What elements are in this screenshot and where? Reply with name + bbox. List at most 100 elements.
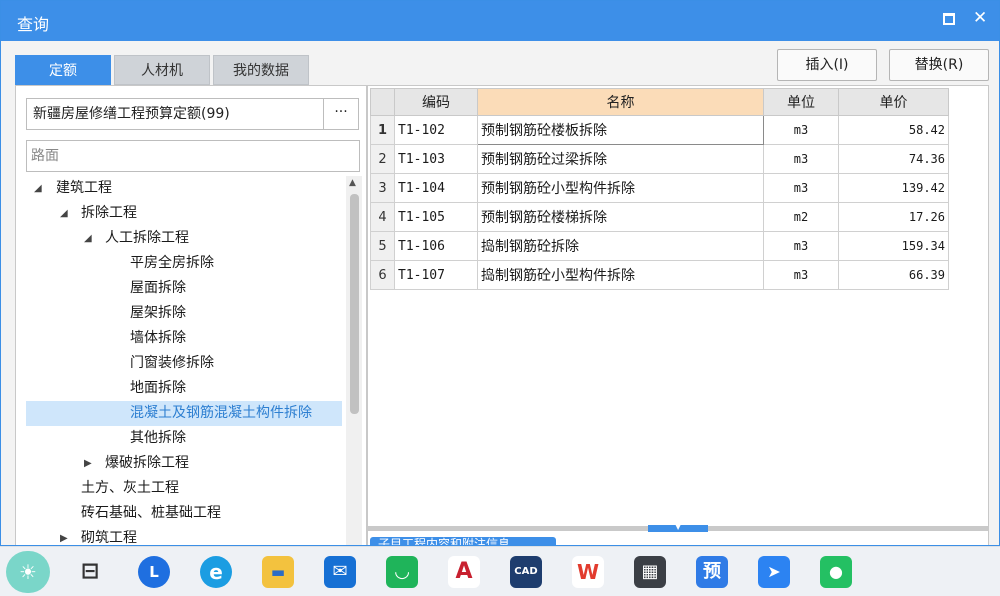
- cell-code[interactable]: T1-102: [394, 115, 478, 145]
- cell-unit[interactable]: m3: [763, 260, 839, 290]
- panel-splitter[interactable]: ▼: [368, 522, 988, 532]
- quota-library-select[interactable]: 新疆房屋修缮工程预算定额(99): [26, 98, 324, 130]
- table-row[interactable]: 1 T1-102 预制钢筋砼楼板拆除 m3 58.42: [370, 115, 949, 145]
- row-number: 3: [370, 173, 395, 203]
- quota-table-panel: 编码 名称 单位 单价 1 T1-102 预制钢筋砼楼板拆除 m3 58.42 …: [367, 85, 989, 545]
- tree-item[interactable]: 墙体拆除: [26, 326, 342, 351]
- scroll-up-icon[interactable]: ▲: [349, 178, 356, 188]
- cell-code[interactable]: T1-104: [394, 173, 478, 203]
- cell-unit[interactable]: m3: [763, 144, 839, 174]
- cell-price[interactable]: 139.42: [838, 173, 949, 203]
- taskbar: ☀ ⊟ L e ▬ ✉ ◡ A CAD W ▦ 预 ➤ ●: [0, 546, 1000, 596]
- tree-item[interactable]: ◢ 人工拆除工程: [26, 226, 342, 251]
- row-number: 5: [370, 231, 395, 261]
- wechat-icon[interactable]: ●: [820, 556, 852, 588]
- cell-unit[interactable]: m3: [763, 115, 839, 145]
- tree-item[interactable]: 门窗装修拆除: [26, 351, 342, 376]
- table-row[interactable]: 2 T1-103 预制钢筋砼过梁拆除 m3 74.36: [370, 144, 949, 174]
- cell-unit[interactable]: m3: [763, 231, 839, 261]
- column-header-price[interactable]: 单价: [838, 88, 949, 116]
- insert-button[interactable]: 插入(I): [777, 49, 877, 81]
- cell-name[interactable]: 预制钢筋砼小型构件拆除: [477, 173, 764, 203]
- row-number: 2: [370, 144, 395, 174]
- column-header-unit[interactable]: 单位: [763, 88, 839, 116]
- task-view-icon[interactable]: ⊟: [74, 556, 106, 588]
- close-icon[interactable]: ✕: [973, 8, 987, 28]
- column-header-code[interactable]: 编码: [394, 88, 478, 116]
- category-tree: ◢ 建筑工程 ◢ 拆除工程 ◢ 人工拆除工程 平房全房拆除 屋面拆除 屋架拆除 …: [26, 176, 344, 545]
- cell-unit[interactable]: m3: [763, 173, 839, 203]
- cell-price[interactable]: 58.42: [838, 115, 949, 145]
- tab-quota[interactable]: 定额: [15, 55, 111, 85]
- tree-item[interactable]: 土方、灰土工程: [26, 476, 342, 501]
- tree-scrollbar[interactable]: ▲: [346, 176, 362, 545]
- tree-item[interactable]: 其他拆除: [26, 426, 342, 451]
- tab-my-data[interactable]: 我的数据: [213, 55, 309, 85]
- maximize-icon[interactable]: [943, 13, 955, 25]
- dingtalk-icon[interactable]: ➤: [758, 556, 790, 588]
- tree-item[interactable]: 屋面拆除: [26, 276, 342, 301]
- tree-item-selected[interactable]: 混凝土及钢筋混凝土构件拆除: [26, 401, 342, 426]
- scrollbar-thumb[interactable]: [350, 194, 359, 414]
- window-title: 查询: [17, 15, 50, 34]
- cell-name[interactable]: 预制钢筋砼过梁拆除: [477, 144, 764, 174]
- cell-unit[interactable]: m2: [763, 202, 839, 232]
- row-number-header: [370, 88, 395, 116]
- tab-labor-material-machine[interactable]: 人材机: [114, 55, 210, 85]
- replace-button[interactable]: 替换(R): [889, 49, 989, 81]
- cell-name[interactable]: 预制钢筋砼楼板拆除: [477, 115, 764, 145]
- store-bag-icon[interactable]: ◡: [386, 556, 418, 588]
- weather-icon[interactable]: ☀: [6, 551, 50, 593]
- collapsed-arrow-icon[interactable]: ▶: [60, 526, 68, 545]
- wps-office-icon[interactable]: W: [572, 556, 604, 588]
- title-bar: 查询 ✕: [1, 1, 999, 41]
- cell-price[interactable]: 74.36: [838, 144, 949, 174]
- file-explorer-icon[interactable]: ▬: [262, 556, 294, 588]
- lenovo-app-icon[interactable]: L: [138, 556, 170, 588]
- chevron-down-icon: ▼: [675, 522, 682, 531]
- tree-item[interactable]: ◢ 建筑工程: [26, 176, 342, 201]
- splitter-grip[interactable]: ▼: [648, 522, 708, 532]
- expanded-arrow-icon[interactable]: ◢: [84, 226, 92, 251]
- mail-icon[interactable]: ✉: [324, 556, 356, 588]
- tree-item[interactable]: 砖石基础、桩基础工程: [26, 501, 342, 526]
- cell-code[interactable]: T1-105: [394, 202, 478, 232]
- edge-browser-icon[interactable]: e: [200, 556, 232, 588]
- table-header-row: 编码 名称 单位 单价: [370, 88, 949, 116]
- collapsed-arrow-icon[interactable]: ▶: [84, 451, 92, 476]
- row-number: 1: [370, 115, 395, 145]
- more-button[interactable]: ···: [324, 98, 359, 130]
- tree-item[interactable]: 平房全房拆除: [26, 251, 342, 276]
- tree-item[interactable]: 屋架拆除: [26, 301, 342, 326]
- budget-app-icon[interactable]: 预: [696, 556, 728, 588]
- expanded-arrow-icon[interactable]: ◢: [60, 201, 68, 226]
- column-header-name[interactable]: 名称: [477, 88, 764, 116]
- tree-item[interactable]: ▶ 砌筑工程: [26, 526, 342, 545]
- quota-tree-panel: 新疆房屋修缮工程预算定额(99) ··· 路面 ◢ 建筑工程 ◢ 拆除工程 ◢ …: [15, 85, 367, 545]
- row-number: 6: [370, 260, 395, 290]
- autocad-icon[interactable]: A: [448, 556, 480, 588]
- table-row[interactable]: 4 T1-105 预制钢筋砼楼梯拆除 m2 17.26: [370, 202, 949, 232]
- table-row[interactable]: 3 T1-104 预制钢筋砼小型构件拆除 m3 139.42: [370, 173, 949, 203]
- query-dialog: 查询 ✕ 定额 人材机 我的数据 插入(I) 替换(R) 新疆房屋修缮工程预算定…: [0, 0, 1000, 546]
- cell-name[interactable]: 捣制钢筋砼小型构件拆除: [477, 260, 764, 290]
- tree-item[interactable]: 地面拆除: [26, 376, 342, 401]
- cell-code[interactable]: T1-103: [394, 144, 478, 174]
- expanded-arrow-icon[interactable]: ◢: [34, 176, 42, 201]
- cell-price[interactable]: 17.26: [838, 202, 949, 232]
- cell-price[interactable]: 66.39: [838, 260, 949, 290]
- cad-viewer-icon[interactable]: CAD: [510, 556, 542, 588]
- cell-price[interactable]: 159.34: [838, 231, 949, 261]
- search-input[interactable]: 路面: [26, 140, 360, 172]
- table-row[interactable]: 6 T1-107 捣制钢筋砼小型构件拆除 m3 66.39: [370, 260, 949, 290]
- row-number: 4: [370, 202, 395, 232]
- tree-item[interactable]: ▶ 爆破拆除工程: [26, 451, 342, 476]
- cell-name[interactable]: 捣制钢筋砼拆除: [477, 231, 764, 261]
- calculator-icon[interactable]: ▦: [634, 556, 666, 588]
- cell-code[interactable]: T1-106: [394, 231, 478, 261]
- tree-item[interactable]: ◢ 拆除工程: [26, 201, 342, 226]
- table-row[interactable]: 5 T1-106 捣制钢筋砼拆除 m3 159.34: [370, 231, 949, 261]
- tab-item-details[interactable]: 子目工程内容和附注信息: [370, 537, 556, 545]
- cell-name[interactable]: 预制钢筋砼楼梯拆除: [477, 202, 764, 232]
- cell-code[interactable]: T1-107: [394, 260, 478, 290]
